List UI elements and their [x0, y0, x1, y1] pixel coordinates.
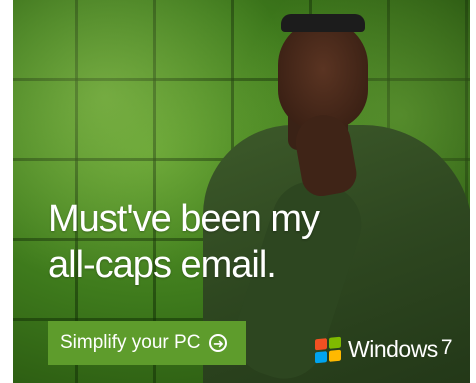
windows-flag-icon	[315, 336, 341, 363]
windows-7-ad-banner[interactable]: Must've been my all-caps email. Simplify…	[13, 0, 470, 383]
ad-headline: Must've been my all-caps email.	[48, 196, 320, 288]
simplify-your-pc-button[interactable]: Simplify your PC ➜	[48, 321, 246, 365]
brand-version: 7	[440, 335, 453, 359]
windows-7-logo: Windows 7	[315, 336, 453, 363]
headline-line-1: Must've been my	[48, 198, 320, 240]
cta-label: Simplify your PC	[60, 332, 201, 353]
arrow-right-circle-icon: ➜	[209, 334, 228, 352]
brand-name: Windows	[348, 336, 438, 362]
headline-line-2: all-caps email.	[48, 244, 277, 286]
